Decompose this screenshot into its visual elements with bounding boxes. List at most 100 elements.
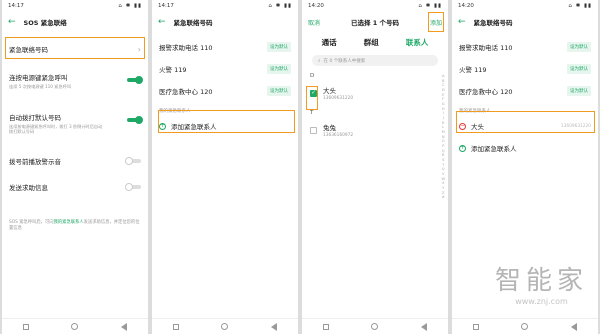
nav-bar	[452, 318, 598, 334]
back-triangle-icon[interactable]	[270, 322, 277, 331]
page-title: 紧急联络号码	[173, 19, 213, 27]
screenshot-collage: 14:17 ⌂ ✱ ▮▮ ← SOS 紧急联络 紧急联络号码 › 连按电源键紧急…	[0, 0, 600, 334]
home-icon[interactable]	[71, 323, 79, 330]
checkbox-icon[interactable]	[310, 126, 317, 134]
back-arrow-icon[interactable]: ←	[158, 17, 166, 27]
nav-bar	[2, 318, 148, 334]
auto-dial-label: 自动拨打默认号码	[9, 114, 61, 122]
send-help-item: 发送求助信息	[2, 174, 148, 200]
contact-name: 大头	[471, 123, 484, 131]
tab-contacts[interactable]: 联系人	[406, 37, 429, 48]
my-contacts-link[interactable]: 我的紧急联系人	[54, 220, 84, 225]
nav-bar	[152, 318, 298, 334]
contact-name: 大头	[323, 87, 336, 95]
set-default-button[interactable]: 设为默认	[567, 86, 591, 96]
status-bar: 14:20 ⌂ ✱ ▮▮	[452, 0, 598, 12]
tab-bar: 通话 群组 联系人	[302, 32, 448, 52]
alphabet-letter[interactable]: #	[441, 195, 445, 200]
page-title: SOS 紧急联络	[23, 19, 67, 27]
status-time: 14:20	[458, 3, 474, 9]
header: ← SOS 紧急联络	[2, 12, 148, 32]
back-triangle-icon[interactable]	[120, 322, 127, 331]
status-icons: ⌂ ✱ ▮▮	[268, 3, 292, 9]
power-key-sos-item: 连按电源键紧急呼叫 连续 5 次按电源键 110 紧急呼叫	[2, 64, 148, 104]
sos-note: SOS 紧急呼叫后，可向我的紧急联系人发送求助信息，并定位您的位置信息	[2, 214, 148, 238]
add-contact-button[interactable]: + 添加紧急联系人	[452, 137, 598, 159]
auto-dial-desc: 连续按电源键紧急呼叫时，拨打 3 秒倒计时后自动拨打默认号码	[9, 124, 103, 135]
search-placeholder: 在 0 个联系人中搜索	[323, 58, 366, 64]
home-icon[interactable]	[521, 323, 529, 330]
section-header: 我的紧急联系人	[459, 109, 491, 114]
search-icon: ⌕	[318, 58, 321, 64]
set-default-button[interactable]: 设为默认	[267, 86, 291, 96]
back-triangle-icon[interactable]	[420, 322, 427, 331]
back-triangle-icon[interactable]	[570, 322, 577, 331]
set-default-button[interactable]: 设为默认	[267, 42, 291, 52]
page-title: 紧急联络号码	[473, 19, 513, 27]
contact-number: 13609631220	[323, 96, 354, 101]
nav-bar	[302, 318, 448, 334]
cancel-button[interactable]: 取消	[308, 18, 320, 27]
send-help-label: 发送求助信息	[9, 184, 48, 192]
status-bar: 14:20 ⌂ ✱ ▮▮	[302, 0, 448, 12]
contact-item[interactable]: 兔兔 13636160972	[302, 118, 448, 142]
plus-icon: +	[159, 122, 166, 130]
recents-icon[interactable]	[473, 323, 480, 330]
search-input[interactable]: ⌕ 在 0 个联系人中搜索	[312, 55, 438, 66]
power-key-sos-label: 连按电源键紧急呼叫	[9, 74, 68, 82]
warning-tone-toggle[interactable]	[125, 157, 141, 165]
recents-icon[interactable]	[323, 323, 330, 330]
add-contact-label: 添加紧急联系人	[171, 123, 217, 131]
set-default-button[interactable]: 设为默认	[567, 64, 591, 74]
header: ← 紧急联络号码	[152, 12, 298, 32]
auto-dial-toggle[interactable]	[127, 116, 143, 124]
number-name: 火警 119	[459, 66, 487, 74]
status-icons: ⌂ ✱ ▮▮	[568, 3, 592, 9]
default-number-row: 报警求助电话 110 设为默认	[452, 36, 598, 58]
number-name: 报警求助电话 110	[459, 44, 513, 52]
recents-icon[interactable]	[23, 323, 30, 330]
chevron-right-icon: ›	[137, 44, 141, 54]
back-arrow-icon[interactable]: ←	[8, 17, 16, 27]
contact-item[interactable]: ✓ 大头 13609631220	[302, 81, 448, 105]
tab-groups[interactable]: 群组	[364, 37, 379, 48]
add-contact-button[interactable]: + 添加紧急联系人	[152, 115, 298, 137]
contact-name: 兔兔	[323, 124, 336, 132]
phone-sos-settings: 14:17 ⌂ ✱ ▮▮ ← SOS 紧急联络 紧急联络号码 › 连按电源键紧急…	[2, 0, 148, 334]
watermark-url: www.znj.com	[515, 297, 568, 306]
warning-tone-label: 拨号前播放警示音	[9, 158, 61, 166]
warning-tone-item: 拨号前播放警示音	[2, 148, 148, 174]
status-time: 14:17	[8, 3, 24, 9]
set-default-button[interactable]: 设为默认	[267, 64, 291, 74]
status-time: 14:17	[158, 3, 174, 9]
remove-icon[interactable]: −	[459, 122, 466, 130]
number-name: 火警 119	[159, 66, 187, 74]
header: ← 紧急联络号码	[452, 12, 598, 32]
default-number-row: 火警 119 设为默认	[152, 58, 298, 80]
back-arrow-icon[interactable]: ←	[458, 17, 466, 27]
index-letter: D	[310, 72, 315, 79]
status-icons: ⌂ ✱ ▮▮	[418, 3, 442, 9]
number-name: 医疗急救中心 120	[159, 88, 213, 96]
home-icon[interactable]	[371, 323, 379, 330]
send-help-toggle[interactable]	[125, 183, 141, 191]
note-prefix: SOS 紧急呼叫后，可向	[9, 220, 54, 225]
alphabet-index[interactable]: A B C D E F G H I J K L M N O P Q R S T U V W X Y Z #	[441, 74, 445, 200]
set-default-button[interactable]: 设为默认	[567, 42, 591, 52]
emergency-number-item[interactable]: 紧急联络号码 ›	[2, 38, 148, 60]
index-letter: T	[310, 109, 314, 116]
power-key-sos-desc: 连续 5 次按电源键 110 紧急呼叫	[9, 84, 72, 89]
section-header: 我的紧急联系人	[159, 109, 191, 114]
recents-icon[interactable]	[173, 323, 180, 330]
add-button[interactable]: 添加	[430, 18, 442, 27]
checkbox-checked-icon[interactable]: ✓	[310, 89, 317, 97]
plus-icon: +	[459, 144, 466, 152]
tab-calls[interactable]: 通话	[322, 37, 337, 48]
picker-header: 取消 已选择 1 个号码 添加	[302, 12, 448, 32]
power-key-sos-toggle[interactable]	[127, 76, 143, 84]
status-bar: 14:17 ⌂ ✱ ▮▮	[152, 0, 298, 12]
number-name: 医疗急救中心 120	[459, 88, 513, 96]
home-icon[interactable]	[221, 323, 229, 330]
default-number-row: 医疗急救中心 120 设为默认	[452, 80, 598, 102]
contact-number: 13609631220	[560, 123, 591, 129]
